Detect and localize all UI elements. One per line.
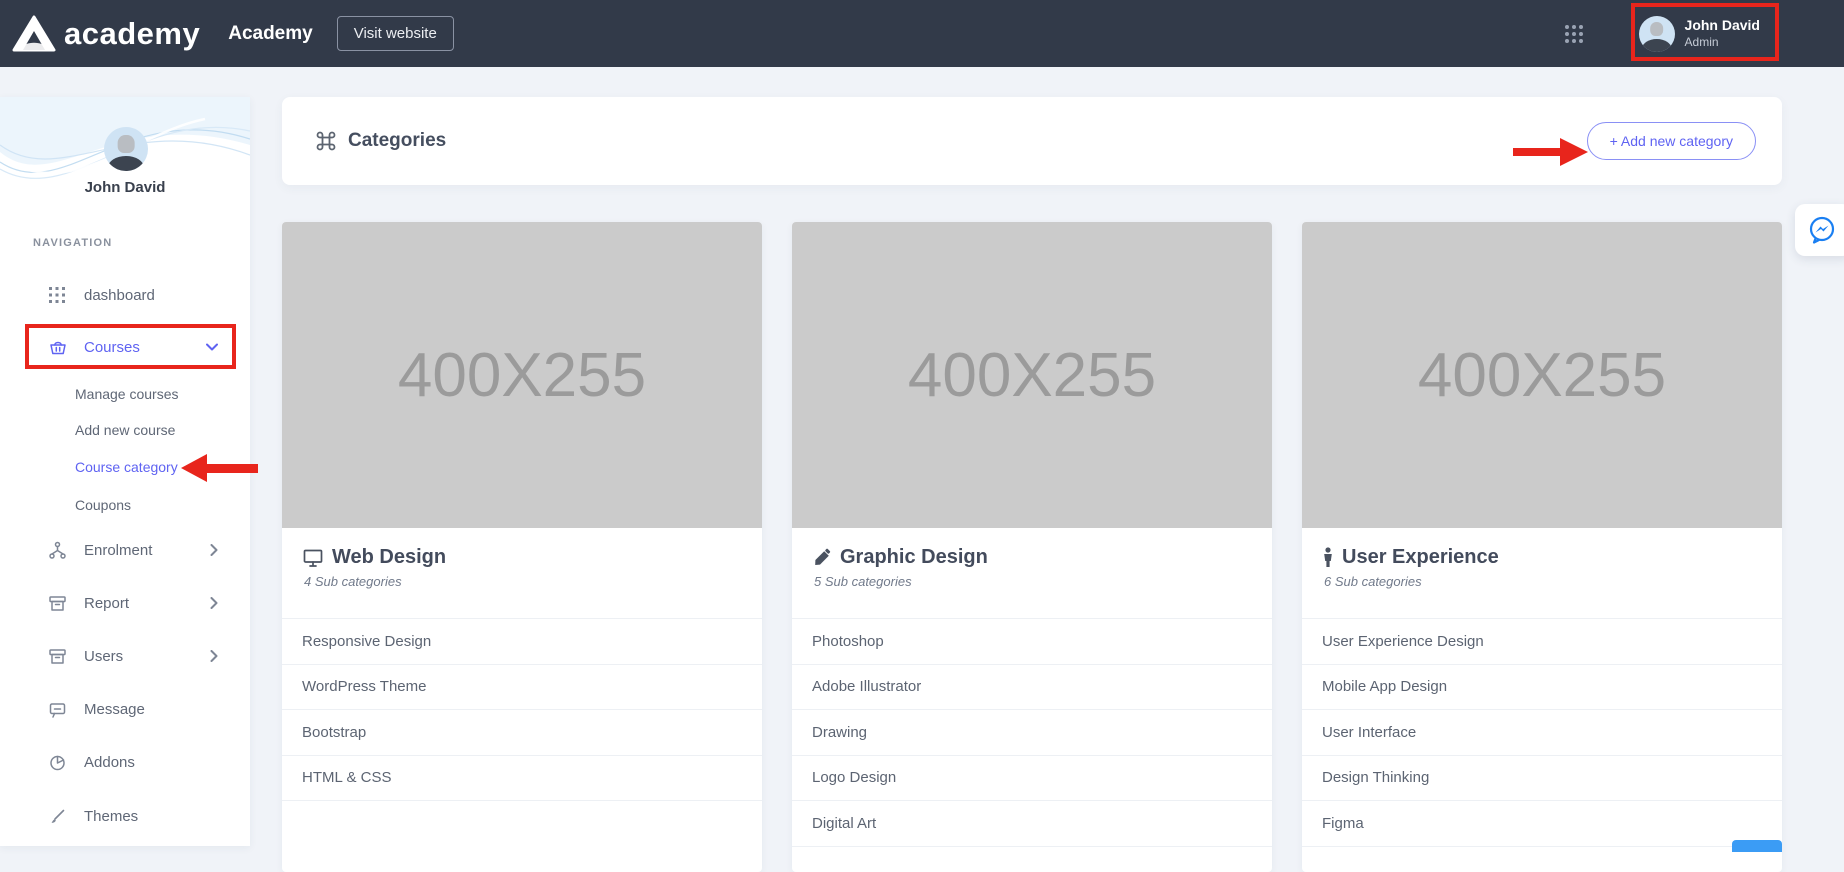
subcategory-row: Digital Art	[792, 801, 1272, 847]
sidebar-item-dashboard[interactable]: dashboard	[0, 280, 250, 310]
sidebar-item-courses[interactable]: Courses	[0, 332, 250, 362]
sidebar: John David NAVIGATION dashboard Courses …	[0, 97, 250, 846]
category-card-web-design: 400X255 Web Design 4 Sub categories Resp…	[282, 222, 762, 872]
messenger-icon	[1806, 214, 1838, 246]
nav-section-label: NAVIGATION	[33, 237, 112, 249]
sidebar-avatar	[104, 127, 148, 171]
category-title: Graphic Design	[840, 546, 988, 569]
sidebar-item-label: Message	[84, 701, 145, 718]
top-navbar: academy Academy Visit website John David…	[0, 0, 1844, 67]
page-header-card: Categories + Add new category	[282, 97, 1782, 185]
sidebar-item-label: Users	[84, 648, 123, 665]
subcategory-row: Design Thinking	[1302, 756, 1782, 802]
sidebar-item-enrolment[interactable]: Enrolment	[0, 535, 250, 565]
user-role: Admin	[1685, 35, 1760, 50]
site-name: Academy	[228, 23, 313, 45]
user-profile-menu[interactable]: John David Admin	[1629, 10, 1778, 58]
scroll-top-button[interactable]	[1732, 840, 1782, 852]
person-icon	[1322, 547, 1334, 569]
sidebar-item-themes[interactable]: Themes	[0, 801, 250, 831]
categories-command-icon	[314, 129, 338, 153]
sidebar-item-label: Report	[84, 595, 129, 612]
logo-triangle-icon	[12, 15, 56, 53]
placeholder-text: 400X255	[398, 340, 646, 411]
user-avatar	[1639, 16, 1675, 52]
users-archive-icon	[48, 647, 68, 666]
sidebar-item-label: Course category	[75, 459, 178, 475]
app-logo[interactable]: academy	[12, 15, 200, 53]
sidebar-item-label: Enrolment	[84, 542, 152, 559]
pencil-icon	[812, 548, 832, 568]
placeholder-text: 400X255	[908, 340, 1156, 411]
sidebar-item-label: Add new course	[75, 422, 175, 438]
sidebar-item-coupons[interactable]: Coupons	[0, 490, 250, 520]
subcategory-row: Photoshop	[792, 619, 1272, 665]
subcategory-row: Mobile App Design	[1302, 665, 1782, 711]
subcategory-row: WordPress Theme	[282, 665, 762, 711]
category-card-user-experience: 400X255 User Experience 6 Sub categories…	[1302, 222, 1782, 872]
sidebar-profile-name: John David	[0, 179, 250, 196]
sidebar-item-message[interactable]: Message	[0, 694, 250, 724]
subcategory-row: User Interface	[1302, 710, 1782, 756]
visit-website-button[interactable]: Visit website	[337, 16, 454, 51]
category-image-placeholder: 400X255	[792, 222, 1272, 528]
category-image-placeholder: 400X255	[282, 222, 762, 528]
chevron-right-icon	[210, 597, 218, 609]
category-image-placeholder: 400X255	[1302, 222, 1782, 528]
page-title: Categories	[348, 130, 446, 152]
subcategory-row: Drawing	[792, 710, 1272, 756]
sidebar-item-label: dashboard	[84, 287, 155, 304]
sidebar-item-report[interactable]: Report	[0, 588, 250, 618]
sidebar-item-users[interactable]: Users	[0, 641, 250, 671]
sidebar-item-label: Addons	[84, 754, 135, 771]
add-new-category-button[interactable]: + Add new category	[1587, 122, 1756, 160]
category-subtitle: 4 Sub categories	[304, 574, 742, 589]
category-title: User Experience	[1342, 546, 1499, 569]
chevron-right-icon	[210, 650, 218, 662]
themes-brush-icon	[48, 807, 68, 826]
placeholder-text: 400X255	[1418, 340, 1666, 411]
dashboard-icon	[48, 286, 68, 304]
subcategory-row: Figma	[1302, 801, 1782, 847]
monitor-icon	[302, 547, 324, 569]
chevron-down-icon	[206, 343, 218, 351]
chevron-right-icon	[210, 544, 218, 556]
subcategory-row: User Experience Design	[1302, 619, 1782, 665]
subcategory-row: Adobe Illustrator	[792, 665, 1272, 711]
enrolment-hierarchy-icon	[48, 541, 68, 560]
message-chat-icon	[48, 700, 68, 719]
apps-grid-icon[interactable]	[1563, 23, 1585, 45]
user-name: John David	[1685, 17, 1760, 35]
subcategory-row: Responsive Design	[282, 619, 762, 665]
sidebar-item-label: Coupons	[75, 497, 131, 513]
category-card-graphic-design: 400X255 Graphic Design 5 Sub categories …	[792, 222, 1272, 872]
sidebar-item-course-category[interactable]: Course category	[0, 452, 250, 482]
addons-pie-icon	[48, 753, 68, 772]
subcategory-row: Bootstrap	[282, 710, 762, 756]
sidebar-item-label: Manage courses	[75, 386, 179, 402]
category-title: Web Design	[332, 546, 446, 569]
subcategory-row: Logo Design	[792, 756, 1272, 802]
report-archive-icon	[48, 594, 68, 613]
sidebar-item-addons[interactable]: Addons	[0, 747, 250, 777]
sidebar-item-manage-courses[interactable]: Manage courses	[0, 379, 250, 409]
courses-basket-icon	[48, 337, 68, 357]
category-subtitle: 5 Sub categories	[814, 574, 1252, 589]
sidebar-item-label: Themes	[84, 808, 138, 825]
sidebar-item-add-new-course[interactable]: Add new course	[0, 415, 250, 445]
sidebar-item-label: Courses	[84, 339, 140, 356]
logo-text: academy	[64, 16, 200, 52]
category-subtitle: 6 Sub categories	[1324, 574, 1762, 589]
messenger-chat-button[interactable]	[1795, 204, 1844, 256]
subcategory-row: HTML & CSS	[282, 756, 762, 802]
